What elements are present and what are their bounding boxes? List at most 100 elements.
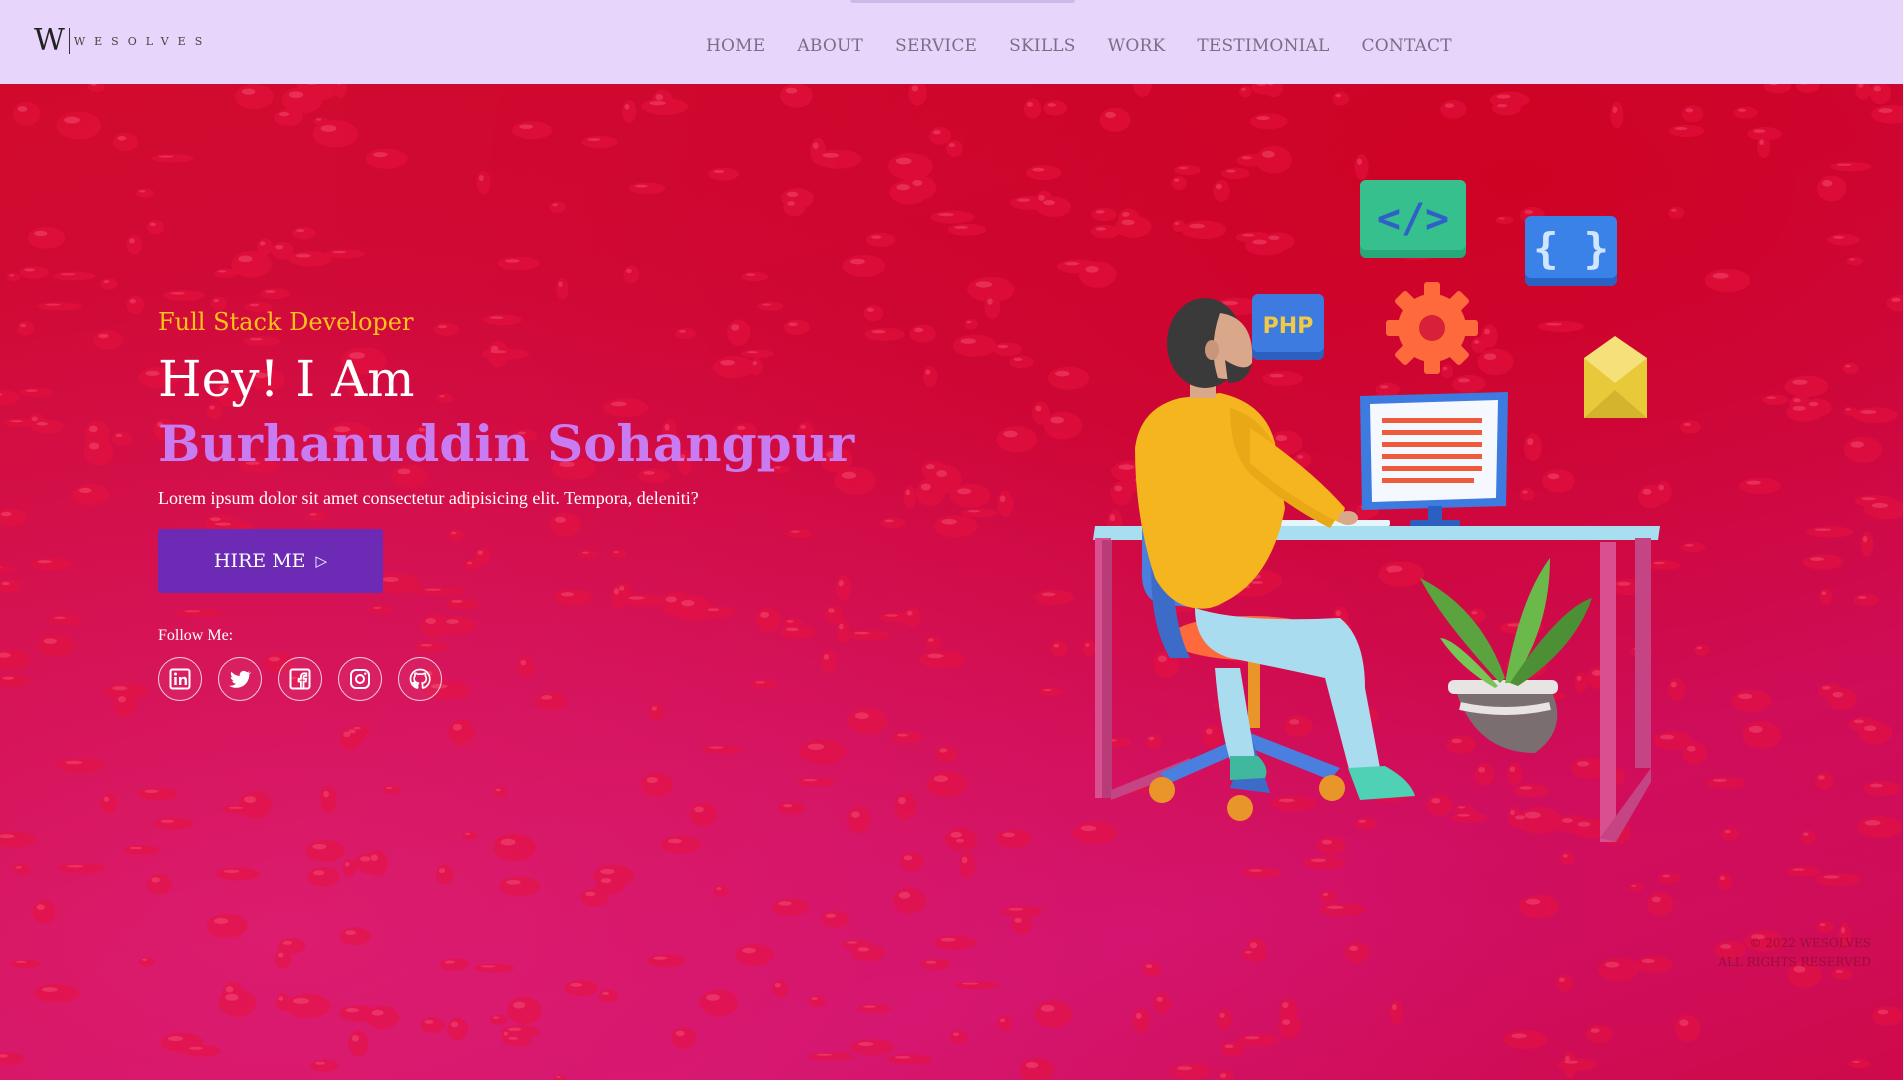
water-drop-shine — [259, 241, 266, 246]
water-drop-shine — [707, 608, 720, 612]
water-drop — [996, 829, 1032, 848]
water-drop-shine — [1759, 139, 1764, 146]
nav-contact[interactable]: CONTACT — [1362, 36, 1452, 56]
water-drop-shine — [1444, 103, 1455, 108]
water-drop — [19, 387, 54, 398]
water-drop — [1738, 477, 1781, 495]
water-drop-shine — [10, 420, 24, 423]
water-drop-shine — [731, 324, 740, 331]
water-drop — [945, 140, 963, 157]
water-drop — [810, 137, 827, 165]
water-drop-shine — [1335, 93, 1342, 98]
water-drop — [48, 615, 83, 625]
water-drop-shine — [265, 290, 276, 293]
water-drop-shine — [600, 868, 615, 875]
water-drop-shine — [556, 1075, 561, 1078]
twitter-icon — [229, 670, 252, 688]
water-drop-shine — [619, 585, 625, 591]
water-drop — [493, 833, 536, 862]
water-drop — [783, 197, 806, 217]
water-drop-shine — [1803, 832, 1809, 837]
twitter-link[interactable] — [218, 657, 262, 701]
water-drop — [1827, 233, 1860, 246]
water-drop — [649, 703, 665, 721]
water-drop-shine — [189, 1046, 203, 1050]
instagram-link[interactable] — [338, 657, 382, 701]
hire-me-button[interactable]: HIRE ME ▷ — [158, 529, 383, 593]
nav-service[interactable]: SERVICE — [895, 36, 977, 56]
water-drop — [628, 182, 666, 195]
linkedin-link[interactable] — [158, 657, 202, 701]
water-drop-shine — [790, 530, 800, 533]
facebook-link[interactable] — [278, 657, 322, 701]
water-drop-shine — [15, 866, 23, 869]
water-drop-shine — [1224, 1044, 1234, 1049]
water-drop-shine — [948, 143, 955, 148]
water-drop-shine — [1244, 950, 1252, 954]
water-drop-shine — [752, 361, 757, 366]
water-drop-shine — [602, 991, 609, 996]
water-drop — [888, 152, 933, 180]
water-drop — [564, 980, 598, 997]
water-drop-shine — [713, 169, 725, 174]
water-drop-shine — [149, 222, 156, 227]
water-drop-shine — [925, 464, 935, 470]
water-drop-shine — [282, 940, 293, 945]
water-drop — [493, 786, 508, 798]
water-drop-shine — [552, 203, 558, 207]
water-drop — [891, 731, 923, 744]
water-drop-shine — [1282, 1019, 1291, 1026]
nav-testimonial[interactable]: TESTIMONIAL — [1197, 36, 1329, 56]
water-drop-shine — [1612, 106, 1618, 114]
water-drop — [1503, 1030, 1548, 1050]
github-icon — [409, 668, 431, 689]
hero-description: Lorem ipsum dolor sit amet consectetur a… — [158, 488, 699, 508]
water-drop-shine — [665, 596, 677, 603]
water-drop-shine — [34, 230, 48, 237]
water-drop-shine — [866, 307, 874, 312]
water-drop-shine — [1818, 775, 1825, 780]
water-drop — [1220, 1041, 1245, 1057]
water-drop-shine — [706, 994, 720, 1001]
water-drop-shine — [823, 654, 830, 660]
water-drop-shine — [438, 868, 446, 874]
water-drop — [414, 642, 449, 653]
water-drop-shine — [332, 250, 347, 254]
water-drop-shine — [1814, 528, 1832, 532]
nav-skills[interactable]: SKILLS — [1009, 36, 1076, 56]
water-drop — [1855, 84, 1871, 100]
water-drop-shine — [1000, 1018, 1006, 1023]
water-drop-shine — [787, 201, 795, 206]
water-drop — [1132, 1008, 1150, 1034]
water-drop-shine — [894, 1056, 911, 1059]
water-drop — [0, 648, 30, 670]
water-drop-shine — [65, 760, 83, 765]
site-logo[interactable]: W WESOLVES — [34, 26, 211, 56]
water-drop-shine — [238, 255, 253, 263]
water-drop — [1704, 268, 1751, 293]
water-drop — [1802, 554, 1844, 570]
water-drop — [1319, 890, 1336, 905]
water-drop-shine — [897, 733, 908, 737]
water-drop — [996, 426, 1038, 453]
developer-illustration: </> { } PHP — [1093, 180, 1660, 842]
water-drop-shine — [519, 124, 534, 129]
water-drop-shine — [439, 395, 446, 398]
water-drop-shine — [960, 338, 976, 344]
water-drop — [847, 707, 888, 735]
water-drop-shine — [323, 790, 329, 798]
water-drop-shine — [1852, 1060, 1860, 1064]
nav-home[interactable]: HOME — [706, 36, 765, 56]
water-drop — [0, 389, 20, 406]
water-drop-shine — [928, 638, 934, 642]
github-link[interactable] — [398, 657, 442, 701]
water-drop-shine — [933, 775, 949, 782]
nav-about[interactable]: ABOUT — [797, 36, 863, 56]
water-drop — [1344, 942, 1370, 964]
water-drop-shine — [541, 695, 553, 700]
nav-work[interactable]: WORK — [1108, 36, 1166, 56]
water-drop-shine — [1878, 108, 1893, 113]
water-drop — [281, 86, 323, 114]
water-drop — [365, 148, 408, 169]
water-drop-shine — [1026, 101, 1034, 107]
